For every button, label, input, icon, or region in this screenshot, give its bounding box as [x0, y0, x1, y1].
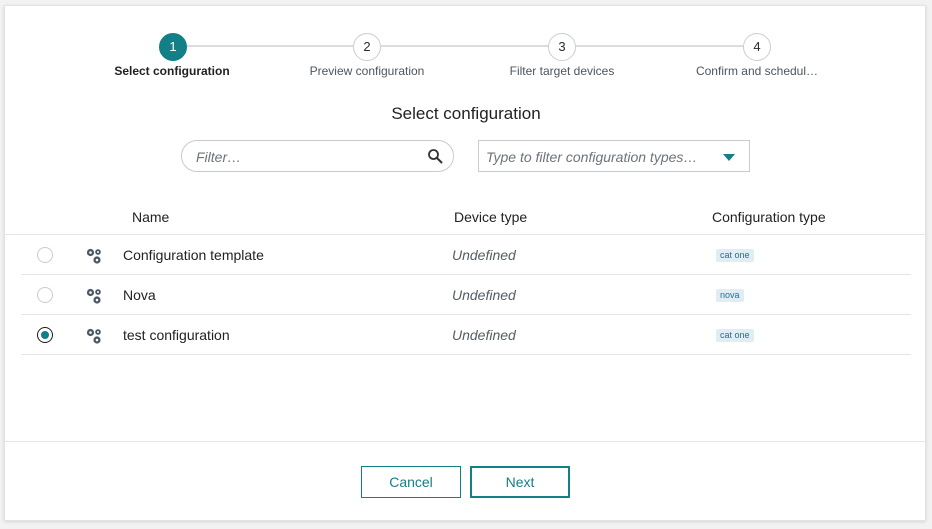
row-name: Nova: [123, 287, 156, 303]
row-radio[interactable]: [37, 287, 53, 303]
name-filter-input[interactable]: [196, 147, 426, 167]
row-device-type: Undefined: [452, 287, 516, 303]
caret-down-icon[interactable]: [723, 154, 735, 161]
step-connector: [187, 45, 367, 47]
cancel-button[interactable]: Cancel: [361, 466, 461, 498]
row-name: test configuration: [123, 327, 230, 343]
step-2-indicator[interactable]: 2: [353, 33, 381, 61]
cogs-icon: [86, 248, 101, 264]
search-icon[interactable]: [427, 148, 443, 164]
page-title: Select configuration: [391, 104, 541, 123]
row-device-type: Undefined: [452, 327, 516, 343]
step-3-label: Filter target devices: [509, 64, 615, 78]
cogs-icon: [86, 288, 101, 304]
row-name: Configuration template: [123, 247, 264, 263]
column-header-configuration-type[interactable]: Configuration type: [712, 209, 826, 225]
next-button[interactable]: Next: [470, 466, 570, 498]
step-1-indicator[interactable]: 1: [159, 33, 187, 61]
row-radio[interactable]: [37, 327, 53, 343]
column-header-name[interactable]: Name: [132, 209, 169, 225]
dialog-footer: Cancel Next: [5, 441, 927, 522]
step-3-indicator[interactable]: 3: [548, 33, 576, 61]
configuration-type-badge: cat one: [716, 249, 754, 262]
column-header-device-type[interactable]: Device type: [454, 209, 527, 225]
table-header: Name Device type Configuration type: [5, 197, 927, 235]
step-connector: [381, 45, 562, 47]
table-row[interactable]: Nova Undefined nova: [21, 275, 911, 315]
configuration-dialog: 1 Select configuration 2 Preview configu…: [4, 5, 927, 522]
step-4-label: Confirm and schedul…: [695, 64, 819, 78]
step-4-indicator[interactable]: 4: [743, 33, 771, 61]
step-2-label: Preview configuration: [309, 64, 425, 78]
configuration-type-input[interactable]: [486, 147, 711, 167]
stepper: 1 Select configuration 2 Preview configu…: [5, 6, 927, 96]
cogs-icon: [86, 328, 101, 344]
name-filter: [181, 140, 454, 172]
row-radio[interactable]: [37, 247, 53, 263]
configuration-list: Configuration template Undefined cat one…: [21, 235, 911, 355]
configuration-type-badge: nova: [716, 289, 744, 302]
row-device-type: Undefined: [452, 247, 516, 263]
table-row[interactable]: test configuration Undefined cat one: [21, 315, 911, 355]
configuration-type-badge: cat one: [716, 329, 754, 342]
step-1-label: Select configuration: [114, 64, 230, 78]
table-row[interactable]: Configuration template Undefined cat one: [21, 235, 911, 275]
configuration-type-filter[interactable]: [478, 140, 750, 172]
step-connector: [576, 45, 757, 47]
